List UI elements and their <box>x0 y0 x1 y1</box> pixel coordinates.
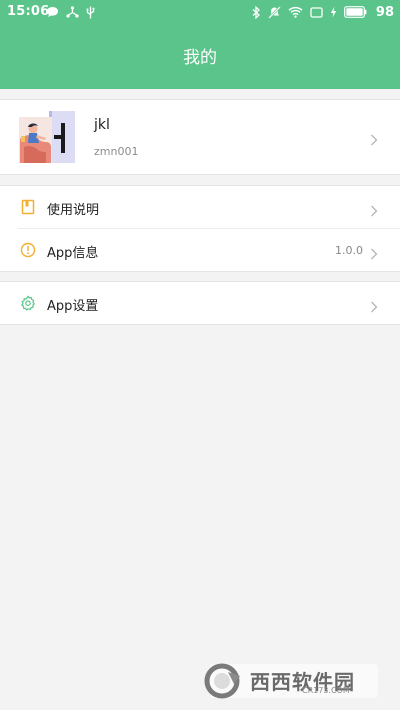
usb-icon <box>86 6 95 19</box>
book-icon <box>20 199 36 215</box>
chevron-right-icon <box>370 245 378 260</box>
chevron-right-icon <box>370 131 378 146</box>
battery-icon <box>344 6 367 18</box>
status-bar: 15:06 98 <box>0 0 400 24</box>
status-time: 15:06 <box>7 4 50 19</box>
watermark-logo: 西西软件园 CR173.COM <box>202 660 382 702</box>
menu-group-settings: App设置 <box>0 281 400 325</box>
menu-item-app-settings[interactable]: App设置 <box>0 282 400 325</box>
usb-share-icon <box>66 6 79 18</box>
info-icon <box>20 242 36 258</box>
profile-name: jkl <box>94 117 110 133</box>
screen-icon <box>310 6 323 18</box>
chevron-right-icon <box>370 202 378 217</box>
page-title: 我的 <box>183 48 217 68</box>
chevron-right-icon <box>370 298 378 313</box>
wifi-icon <box>288 6 303 18</box>
menu-item-instructions[interactable]: 使用说明 <box>0 186 400 229</box>
battery-percent: 98 <box>375 4 394 20</box>
menu-label-instructions: 使用说明 <box>47 203 100 218</box>
app-header: 15:06 98 我的 <box>0 0 400 89</box>
profile-id: zmn001 <box>94 145 139 158</box>
app-version-value: 1.0.0 <box>335 244 363 257</box>
menu-item-app-info[interactable]: App信息 1.0.0 <box>0 228 400 272</box>
menu-label-app-info: App信息 <box>47 246 99 261</box>
chat-bubble-icon <box>46 6 59 18</box>
screen: 15:06 98 我的 jkl zmn001 使用说明 App信息 1.0.0 … <box>0 0 400 710</box>
menu-label-app-settings: App设置 <box>47 299 99 314</box>
charging-icon <box>330 6 337 18</box>
gear-icon <box>20 295 36 311</box>
avatar <box>18 109 76 165</box>
profile-card[interactable]: jkl zmn001 <box>0 99 400 175</box>
menu-group-info: 使用说明 App信息 1.0.0 <box>0 185 400 272</box>
bluetooth-icon <box>252 5 261 19</box>
mute-icon <box>268 5 281 19</box>
watermark-sub: CR173.COM <box>302 686 350 695</box>
